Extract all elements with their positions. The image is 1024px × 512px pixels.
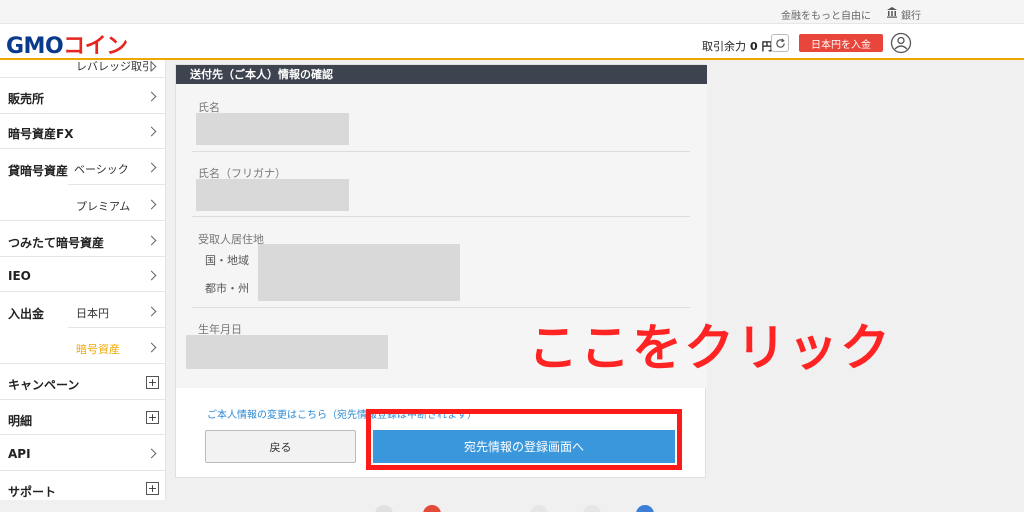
sidebar-item-label: 貸暗号資産 (8, 164, 69, 178)
sidebar-item-campaign[interactable]: キャンペーン + (0, 364, 166, 400)
chevron-right-icon (146, 199, 157, 210)
sidebar-item-crypto[interactable]: 暗号資産 (68, 328, 166, 364)
chevron-right-icon (146, 306, 157, 317)
back-button[interactable]: 戻る (205, 430, 356, 463)
sidebar-item-label: サポート (8, 485, 57, 499)
sidebar-item-label: API (8, 447, 31, 461)
deposit-jpy-button[interactable]: 日本円を入金 (799, 34, 883, 52)
city-label: 都市・州 (205, 282, 249, 295)
sidebar: レバレッジ取引 販売所 暗号資産FX 貸暗号資産 ベーシック プレミアム つみた… (0, 60, 166, 512)
sidebar-item-ieo[interactable]: IEO (0, 257, 166, 292)
app-header: GMOコイン 取引余力 0 円 日本円を入金 (0, 24, 1024, 60)
bank-icon (887, 7, 897, 18)
refresh-icon (775, 37, 785, 48)
sidebar-item-leverage[interactable]: レバレッジ取引 (0, 60, 166, 78)
address-value-redacted (258, 244, 460, 301)
sidebar-item-label: プレミアム (76, 200, 131, 213)
sidebar-item-lending-basic[interactable]: ベーシック (68, 149, 166, 185)
sidebar-item-label: 入出金 (8, 307, 45, 321)
sidebar-item-label: 日本円 (76, 307, 109, 320)
user-icon[interactable] (890, 32, 912, 54)
click-here-callout: ここをクリック (528, 319, 892, 377)
top-utility-bar: 金融をもっと自由に 銀行 (0, 0, 1024, 24)
sidebar-item-label: 販売所 (8, 92, 45, 106)
name-value-redacted (196, 113, 349, 145)
balance-value: 0 円 (750, 40, 773, 53)
sidebar-item-label: 暗号資産FX (8, 127, 74, 141)
country-label: 国・地域 (205, 254, 249, 267)
card-title: 送付先（ご本人）情報の確認 (176, 65, 707, 84)
sidebar-item-label: ベーシック (74, 163, 129, 176)
sidebar-item-label: IEO (8, 269, 31, 283)
chevron-right-icon (146, 235, 157, 246)
address-label: 受取人居住地 (198, 233, 264, 246)
sidebar-item-api[interactable]: API (0, 435, 166, 471)
sidebar-item-accumulation[interactable]: つみたて暗号資産 (0, 221, 166, 257)
chevron-right-icon (146, 270, 157, 281)
tagline: 金融をもっと自由に (781, 11, 871, 22)
logo-coin: コイン (63, 34, 128, 59)
sidebar-item-exchange[interactable]: 販売所 (0, 78, 166, 114)
sidebar-item-crypto-fx[interactable]: 暗号資産FX (0, 114, 166, 149)
dob-value-redacted (186, 335, 388, 369)
logo-gmo: GMO (6, 34, 64, 59)
bank-link[interactable]: 銀行 (901, 7, 921, 22)
refresh-button[interactable] (771, 34, 789, 52)
chevron-right-icon (146, 162, 157, 173)
sidebar-item-statement[interactable]: 明細 + (0, 400, 166, 435)
sidebar-item-jpy[interactable]: 日本円 (68, 292, 166, 328)
plus-icon: + (146, 482, 159, 495)
click-highlight-box (366, 409, 682, 470)
divider (192, 151, 690, 152)
sidebar-item-label: 明細 (8, 414, 33, 428)
sidebar-item-lending-premium[interactable]: プレミアム (68, 185, 166, 221)
balance-display: 取引余力 0 円 (702, 38, 772, 54)
sidebar-item-label: レバレッジ取引 (76, 60, 153, 73)
bottom-strip (0, 500, 1024, 512)
sidebar-item-label: キャンペーン (8, 378, 80, 392)
chevron-right-icon (146, 448, 157, 459)
sidebar-item-label-active: 暗号資産 (76, 343, 120, 356)
plus-icon: + (146, 411, 159, 424)
plus-icon: + (146, 376, 159, 389)
balance-label: 取引余力 (702, 40, 746, 53)
kana-value-redacted (196, 179, 349, 211)
chevron-right-icon (146, 126, 157, 137)
sidebar-item-label: つみたて暗号資産 (8, 236, 105, 250)
logo[interactable]: GMOコイン (6, 28, 128, 60)
chevron-right-icon (146, 91, 157, 102)
chevron-right-icon (146, 342, 157, 353)
divider (192, 216, 690, 217)
